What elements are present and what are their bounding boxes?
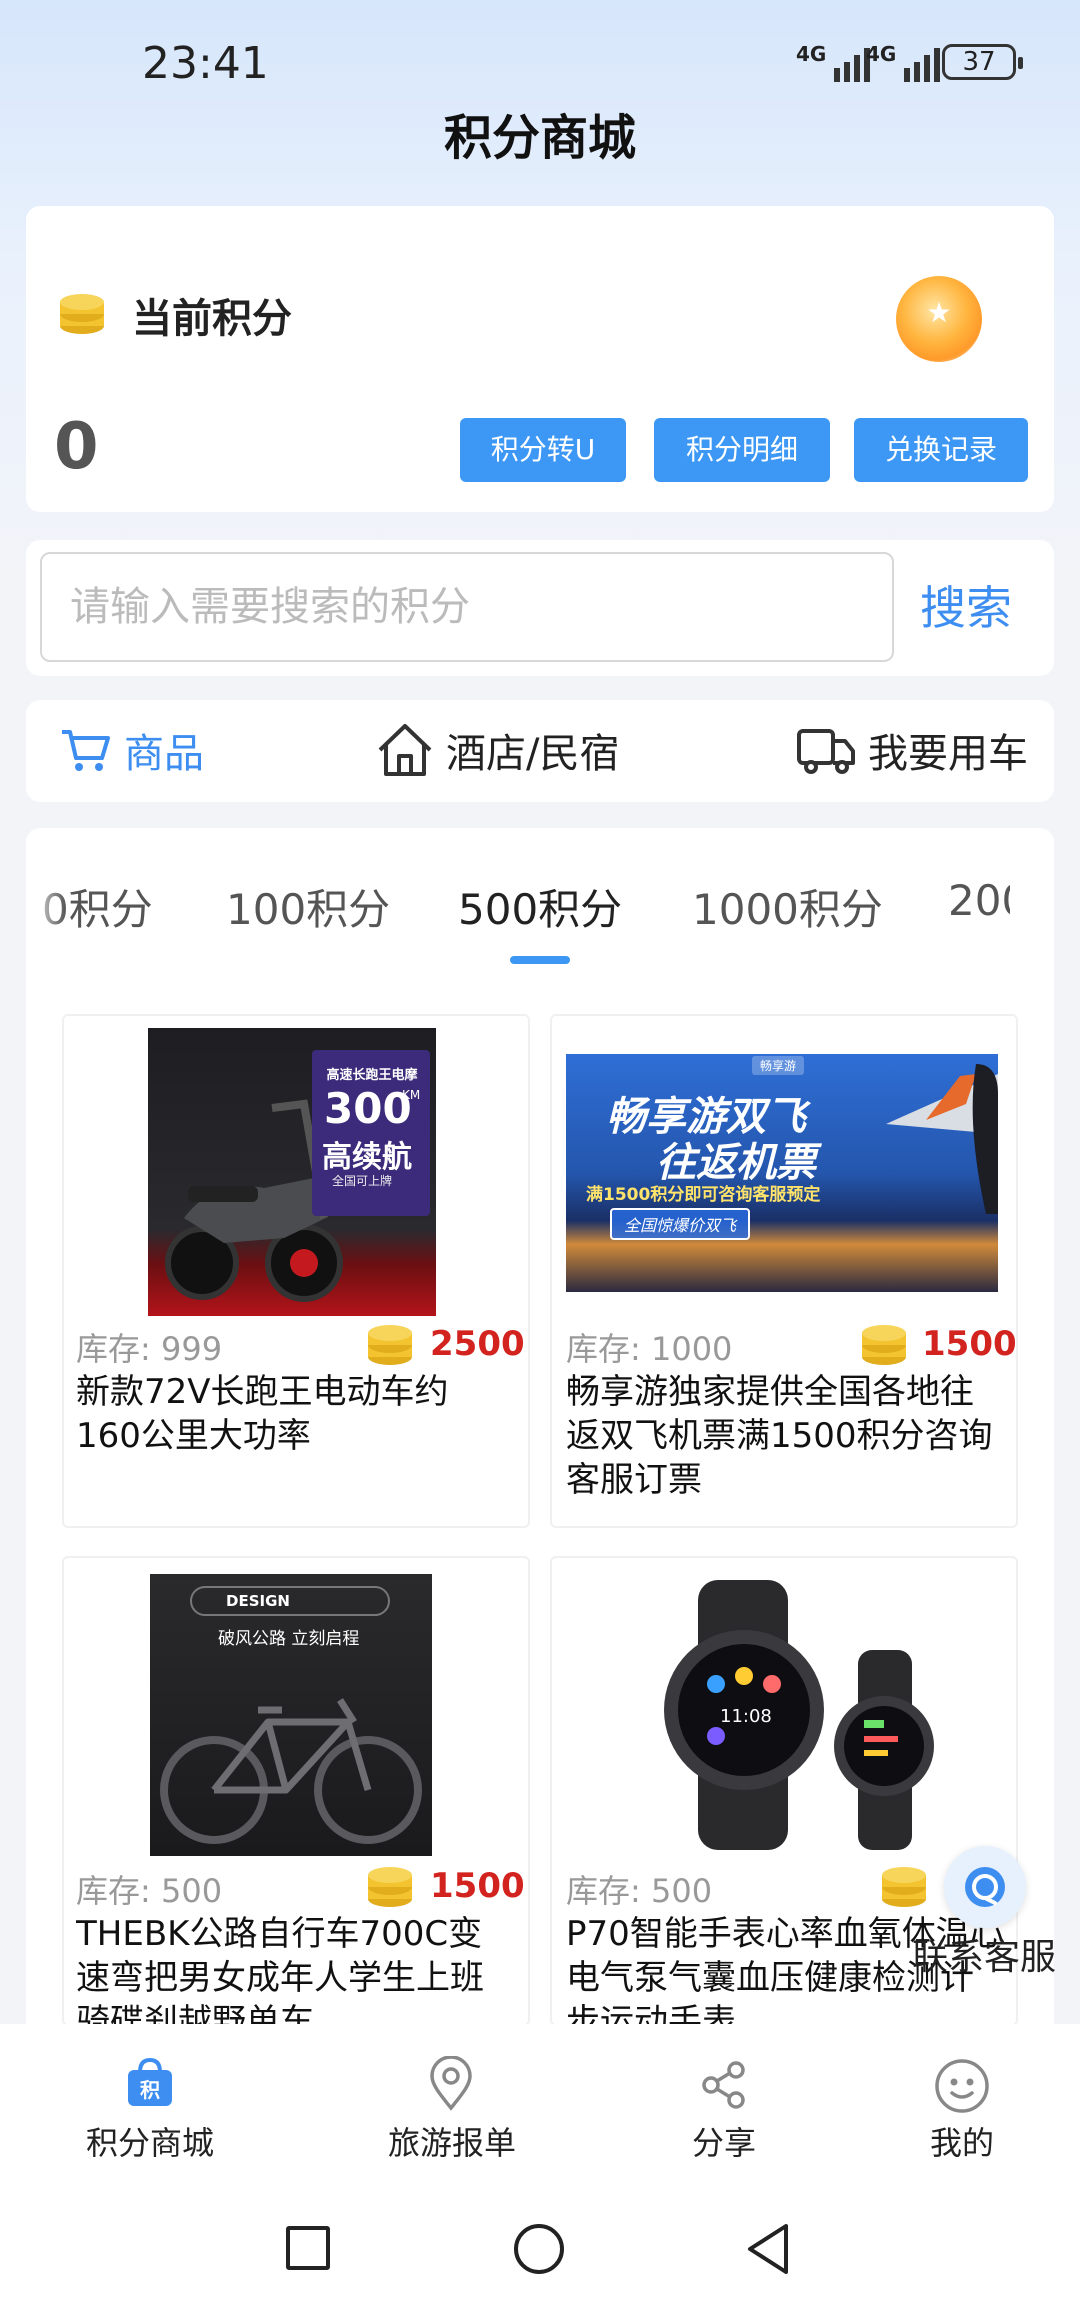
house-icon bbox=[378, 724, 432, 776]
bicycle-illustration bbox=[160, 1698, 422, 1844]
nav-points-mall[interactable]: 积 bbox=[124, 2057, 176, 2108]
product-name-flight[interactable]: 畅享游独家提供全国各地往返双飞机票满1500积分咨询客服订票 bbox=[566, 1370, 1002, 1504]
nav-label-points-mall[interactable]: 积分商城 bbox=[50, 2118, 250, 2164]
nav-label-share[interactable]: 分享 bbox=[624, 2118, 824, 2164]
stock-scooter: 库存: 999 bbox=[76, 1324, 222, 1370]
coin-stack-icon bbox=[368, 1867, 412, 1907]
search-input[interactable]: 请输入需要搜索的积分 bbox=[40, 552, 894, 662]
current-points-label: 当前积分 bbox=[132, 296, 292, 342]
active-tab-indicator bbox=[510, 956, 570, 964]
flight-banner-logo: 畅享游 bbox=[752, 1056, 805, 1075]
points-mall-badge: 积 bbox=[140, 2078, 160, 2102]
current-points-value: 0 bbox=[54, 410, 99, 484]
points-tab-500[interactable]: 500积分 bbox=[458, 876, 622, 937]
back-icon[interactable] bbox=[744, 2222, 792, 2276]
smartwatch-illustration bbox=[664, 1580, 934, 1850]
bicycle-slogan: 破风公路 立刻启程 bbox=[218, 1629, 360, 1649]
tab-fade-right bbox=[1010, 860, 1054, 950]
coin-stack-icon bbox=[368, 1325, 412, 1365]
smiley-face-icon[interactable] bbox=[934, 2058, 990, 2114]
headset-icon bbox=[965, 1867, 1005, 1907]
product-image-flight[interactable]: 畅享游双飞 往返机票 满1500积分即可咨询客服预定 全国惊爆价双飞 畅享游 bbox=[566, 1054, 998, 1292]
product-name-scooter[interactable]: 新款72V长跑王电动车约160公里大功率 bbox=[76, 1370, 496, 1460]
transfer-points-button[interactable]: 积分转U bbox=[460, 418, 626, 482]
watch-face-time: 11:08 bbox=[720, 1706, 772, 1727]
home-icon[interactable] bbox=[514, 2224, 564, 2274]
coin-stack-icon bbox=[60, 294, 104, 334]
product-name-bicycle[interactable]: THEBK公路自行车700C变速弯把男女成年人学生上班骑碟刹越野单车 bbox=[76, 1912, 516, 2024]
flight-banner-line3: 满1500积分即可咨询客服预定 bbox=[586, 1185, 821, 1205]
price-scooter: 2500 bbox=[430, 1324, 525, 1364]
recent-apps-icon[interactable] bbox=[286, 2226, 330, 2270]
stock-value: 500 bbox=[160, 1872, 223, 1910]
star-icon: ★ bbox=[926, 296, 952, 329]
promo-badge-mid: 高续航 bbox=[322, 1140, 412, 1175]
promo-badge-small: 全国可上牌 bbox=[332, 1174, 393, 1188]
stock-flight: 库存: 1000 bbox=[566, 1324, 732, 1370]
page-title: 积分商城 bbox=[443, 110, 636, 166]
bicycle-brand-pill bbox=[190, 1586, 390, 1616]
location-pin-icon[interactable] bbox=[428, 2056, 474, 2112]
tab-car[interactable]: 我要用车 bbox=[796, 714, 1028, 786]
nav-label-mine[interactable]: 我的 bbox=[862, 2118, 1062, 2164]
stock-label: 库存: bbox=[566, 1872, 641, 1910]
stock-value: 500 bbox=[650, 1872, 713, 1910]
price-flight: 1500 bbox=[922, 1324, 1017, 1364]
product-image-watch[interactable]: 11:08 bbox=[620, 1580, 950, 1850]
promo-badge-range: 300 bbox=[324, 1084, 412, 1133]
flight-banner-line4: 全国惊爆价双飞 bbox=[610, 1208, 751, 1240]
redeem-history-button[interactable]: 兑换记录 bbox=[854, 418, 1028, 482]
stock-label: 库存: bbox=[566, 1330, 641, 1368]
tab-hotel[interactable]: 酒店/民宿 bbox=[376, 714, 619, 786]
battery-icon: 37 bbox=[942, 44, 1023, 80]
price-bicycle: 1500 bbox=[430, 1866, 525, 1906]
product-image-scooter[interactable]: 高速长跑王电摩 300 KM 高续航 全国可上牌 bbox=[148, 1028, 436, 1316]
airplane-wing-illustration bbox=[886, 1064, 998, 1214]
stock-bicycle: 库存: 500 bbox=[76, 1866, 222, 1912]
customer-service-button[interactable] bbox=[944, 1846, 1026, 1928]
tab-fade-left bbox=[26, 860, 66, 950]
search-button[interactable]: 搜索 bbox=[920, 572, 1012, 638]
points-detail-button[interactable]: 积分明细 bbox=[654, 418, 830, 482]
bottom-navigation bbox=[0, 2024, 1080, 2194]
network-type-1: 4G bbox=[796, 42, 827, 66]
stock-label: 库存: bbox=[76, 1330, 151, 1368]
coin-stack-icon bbox=[882, 1867, 926, 1907]
nav-label-travel-report[interactable]: 旅游报单 bbox=[352, 2118, 552, 2164]
stock-value: 999 bbox=[160, 1330, 223, 1368]
points-tab-1000[interactable]: 1000积分 bbox=[692, 876, 883, 937]
bicycle-brand: DESIGN bbox=[226, 1592, 290, 1610]
promo-badge-top: 高速长跑王电摩 bbox=[326, 1068, 418, 1083]
promo-badge-unit: KM bbox=[402, 1088, 421, 1102]
tab-hotel-label: 酒店/民宿 bbox=[446, 731, 620, 777]
product-image-bicycle[interactable]: DESIGN 破风公路 立刻启程 bbox=[150, 1574, 432, 1856]
signal-icon-2: 4G bbox=[866, 42, 941, 82]
cart-icon bbox=[62, 730, 110, 771]
stock-value: 1000 bbox=[650, 1330, 733, 1368]
coin-stack-icon bbox=[862, 1325, 906, 1365]
tab-car-label: 我要用车 bbox=[868, 731, 1028, 777]
network-type-2: 4G bbox=[866, 42, 897, 66]
points-tab-100[interactable]: 100积分 bbox=[226, 876, 390, 937]
customer-service-label[interactable]: 联系客服 bbox=[912, 1928, 1056, 1980]
signal-icon-1: 4G bbox=[796, 42, 871, 82]
stock-label: 库存: bbox=[76, 1872, 151, 1910]
tab-goods[interactable]: 商品 bbox=[60, 714, 204, 786]
stock-watch: 库存: 500 bbox=[566, 1866, 712, 1912]
share-icon[interactable] bbox=[700, 2060, 748, 2110]
battery-level: 37 bbox=[962, 47, 996, 77]
truck-icon bbox=[797, 729, 855, 774]
tab-goods-label: 商品 bbox=[124, 731, 204, 777]
status-time: 23:41 bbox=[142, 38, 269, 89]
